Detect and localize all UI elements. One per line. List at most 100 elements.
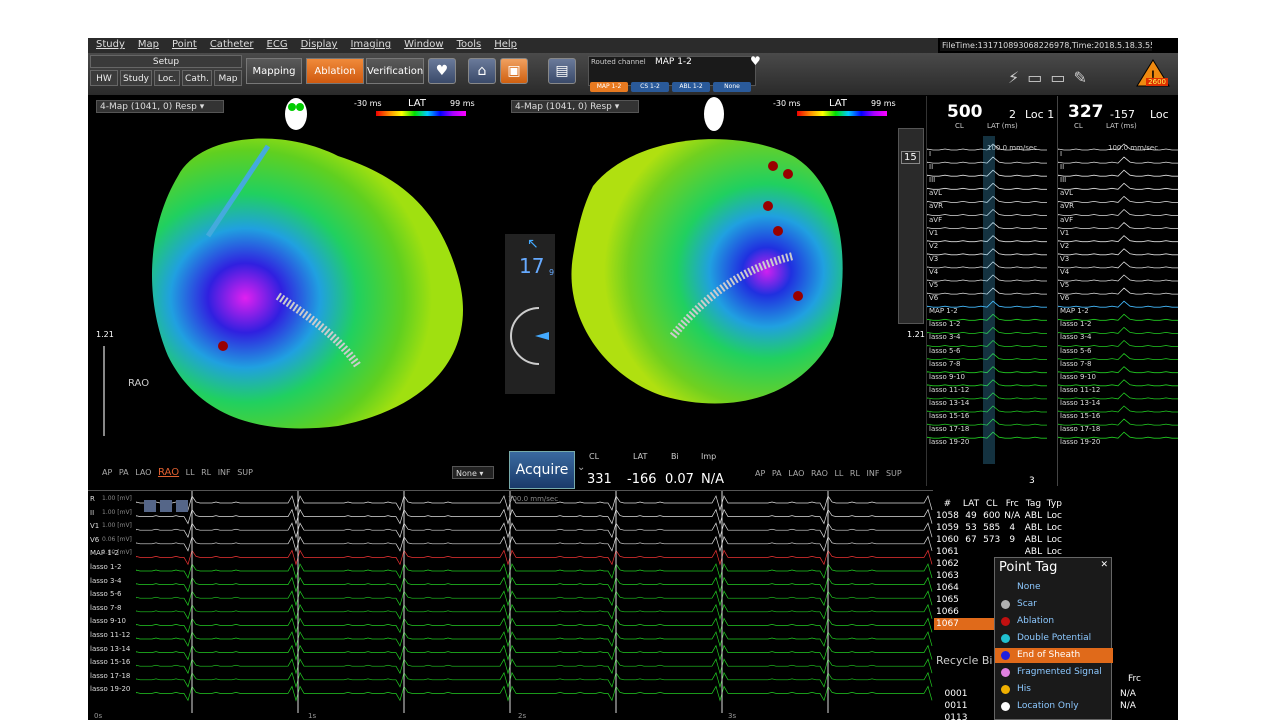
setup-study-button[interactable]: Study <box>120 70 152 86</box>
menu-map[interactable]: Map <box>130 38 164 50</box>
view-ll[interactable]: LL <box>186 468 195 477</box>
point-tag-item[interactable]: None <box>995 580 1113 595</box>
tool-value[interactable]: 15 <box>901 151 920 164</box>
point-tag-label: Double Potential <box>1017 633 1092 643</box>
ecg-panel-right[interactable]: 327 CL -157 LAT (ms) Loc 100.0 mm/sec II… <box>1057 96 1178 486</box>
point-tag-item[interactable]: Location Only <box>995 699 1113 714</box>
view-lao[interactable]: LAO <box>135 468 151 477</box>
zoom-out-icon[interactable] <box>160 500 172 512</box>
bottom-ecg-traces <box>136 491 933 713</box>
ecg-left-page[interactable]: 3 <box>1029 476 1035 486</box>
overlay-dropdown[interactable]: None ▾ <box>452 466 494 479</box>
screen-layout-icon[interactable]: ▤ <box>548 58 576 84</box>
map-selector-left[interactable]: 4-Map (1041, 0) Resp ▾ <box>96 100 224 113</box>
ecg-trace <box>1058 379 1178 387</box>
points-header[interactable]: Frc <box>1002 498 1022 510</box>
channel-chip-map[interactable]: MAP 1-2 <box>590 82 628 92</box>
ecg-left-cl-cap: CL <box>955 122 964 130</box>
table-cell <box>961 558 981 570</box>
table-row[interactable]: 1059 53 585 4 ABL Loc <box>934 522 1064 534</box>
points-header[interactable]: # <box>934 498 961 510</box>
heart-map-left[interactable] <box>138 116 478 446</box>
map-view-right[interactable]: 4-Map (1041, 0) Resp ▾ -30 ms LAT 99 ms … <box>505 96 925 486</box>
point-tag-item[interactable]: Ablation <box>995 614 1113 629</box>
heart-settings-icon[interactable]: ♥ <box>750 54 761 68</box>
zoom-slider-left[interactable] <box>103 346 105 436</box>
setup-cath-button[interactable]: Cath. <box>182 70 212 86</box>
bottom-ecg-trace <box>136 576 933 593</box>
time-2: 2s <box>518 712 527 720</box>
channel-chip-none[interactable]: None <box>713 82 751 92</box>
setup-map-button[interactable]: Map <box>214 70 242 86</box>
points-header[interactable]: CL <box>981 498 1002 510</box>
heart-plus-icon[interactable]: ♥ <box>428 58 456 84</box>
mapping-mode-button[interactable]: Mapping <box>246 58 302 84</box>
menu-display[interactable]: Display <box>293 38 343 50</box>
scale-value-left: 1.21 <box>96 330 114 339</box>
point-tag-item[interactable]: End of Sheath <box>995 648 1113 663</box>
table-cell: 585 <box>983 523 1001 533</box>
table-row[interactable]: 1060 67 573 9 ABL Loc <box>934 534 1064 546</box>
menu-imaging[interactable]: Imaging <box>342 38 396 50</box>
channel-chip-abl[interactable]: ABL 1-2 <box>672 82 710 92</box>
heart-map-right[interactable] <box>553 116 853 416</box>
view-sup[interactable]: SUP <box>237 468 253 477</box>
bottom-lead-label: lasso 11-12 <box>90 631 131 639</box>
setup-loc-button[interactable]: Loc. <box>154 70 180 86</box>
view-buttons-left[interactable]: AP PA LAO RAO LL RL INF SUP <box>102 467 253 478</box>
table-cell <box>961 582 981 594</box>
menu-window[interactable]: Window <box>396 38 448 50</box>
menu-point[interactable]: Point <box>164 38 202 50</box>
projector-icon[interactable]: ▣ <box>500 58 528 84</box>
acquire-button[interactable]: Acquire <box>509 451 575 489</box>
warning-indicator[interactable]: ! 2600 <box>1136 58 1170 88</box>
acquire-dropdown-icon[interactable]: ⌄ <box>577 462 585 473</box>
ecg-right-lat: -157 <box>1110 108 1135 121</box>
view-rao[interactable]: RAO <box>158 467 179 478</box>
points-header[interactable]: Typ <box>1045 498 1064 510</box>
point-tag-item[interactable]: Double Potential <box>995 631 1113 646</box>
ecg-left-cl: 500 <box>947 102 983 122</box>
strip-tool-icons[interactable] <box>144 497 188 516</box>
menu-ecg[interactable]: ECG <box>259 38 293 50</box>
menu-study[interactable]: Study <box>88 38 130 50</box>
view-pa[interactable]: PA <box>119 468 129 477</box>
point-tag-item[interactable]: Scar <box>995 597 1113 612</box>
setup-title[interactable]: Setup <box>90 55 242 68</box>
map-view-left[interactable]: 4-Map (1041, 0) Resp ▾ -30 ms LAT 99 ms … <box>88 96 503 486</box>
point-tag-item[interactable]: His <box>995 682 1113 697</box>
bottom-ecg-strip[interactable]: R II V1 V6 MAP 1-2 lasso 1-2 lasso 3-4 lasso 5-… <box>88 490 933 720</box>
view-inf[interactable]: INF <box>218 468 231 477</box>
view-rl[interactable]: RL <box>201 468 211 477</box>
table-cell: 1059 <box>936 523 959 533</box>
menu-catheter[interactable]: Catheter <box>202 38 259 50</box>
channel-chip-cs[interactable]: CS 1-2 <box>631 82 669 92</box>
bottom-lead-label: lasso 15-16 <box>90 658 131 667</box>
menu-tools[interactable]: Tools <box>449 38 487 50</box>
verification-mode-button[interactable]: Verification <box>366 58 424 84</box>
routed-channel-value[interactable]: MAP 1-2 <box>655 57 692 67</box>
ecg-trace <box>1058 156 1178 164</box>
ecg-panel-left[interactable]: 500 CL 2 LAT (ms) Loc 1 100.0 mm/sec I II… <box>927 96 1055 486</box>
points-header[interactable]: LAT <box>961 498 981 510</box>
table-cell: 1066 <box>936 607 959 617</box>
map-selector-right[interactable]: 4-Map (1041, 0) Resp ▾ <box>511 100 639 113</box>
warning-count: 2600 <box>1146 78 1168 86</box>
caliper-icon[interactable] <box>176 500 188 512</box>
setup-hw-button[interactable]: HW <box>90 70 118 86</box>
acq-cap-imp: Imp <box>701 452 717 461</box>
routed-channel-box[interactable]: Routed channel MAP 1-2 MAP 1-2 CS 1-2 ABL … <box>588 56 756 92</box>
close-icon[interactable]: ✕ <box>1100 560 1108 570</box>
point-tag-item[interactable]: Fragmented Signal <box>995 665 1113 680</box>
table-row[interactable]: 1058 49 600 N/A ABL Loc <box>934 510 1064 522</box>
time-0: 0s <box>94 712 103 720</box>
catheter-view-icon[interactable]: ⌂ <box>468 58 496 84</box>
window-of-interest[interactable] <box>983 136 995 464</box>
zoom-in-icon[interactable] <box>144 500 156 512</box>
ablation-mode-button[interactable]: Ablation <box>306 58 364 84</box>
points-header[interactable]: Tag <box>1022 498 1044 510</box>
view-ap[interactable]: AP <box>102 468 112 477</box>
menu-help[interactable]: Help <box>486 38 522 50</box>
ecg-trace <box>1058 339 1178 347</box>
table-cell: 1060 <box>936 535 959 545</box>
